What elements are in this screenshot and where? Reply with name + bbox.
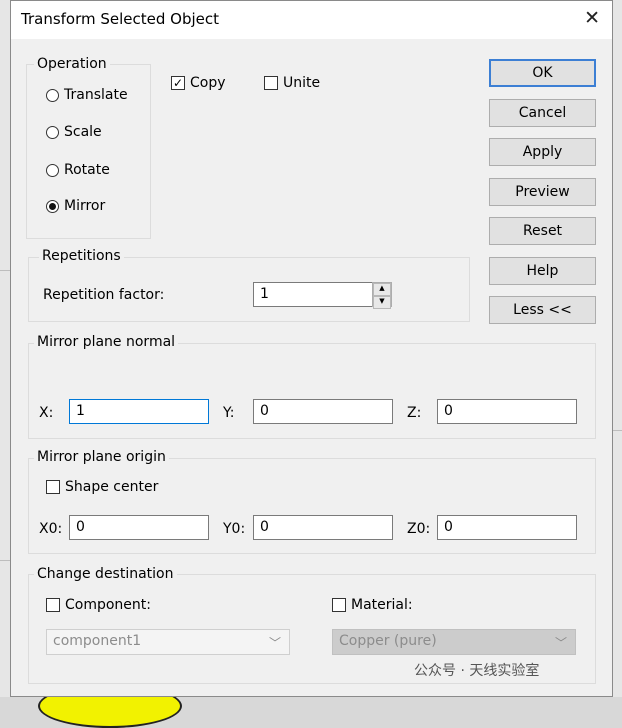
repetitions-legend: Repetitions [39,248,124,264]
normal-z-input[interactable]: 0 [437,399,577,424]
copy-check-icon[interactable]: ✓ [171,76,185,90]
origin-z0-input[interactable]: 0 [437,515,577,540]
title-bar: Transform Selected Object ✕ [11,1,612,39]
radio-scale[interactable]: Scale [46,124,102,140]
origin-y0-label: Y0: [223,521,246,537]
operation-legend: Operation [34,56,110,72]
unite-checkbox[interactable]: Unite [264,75,320,91]
radio-translate-circle[interactable] [46,88,59,102]
normal-z-label: Z: [407,405,422,421]
component-dropdown: component1 ﹀ [46,629,290,655]
unite-check-icon[interactable] [264,76,278,90]
less-button[interactable]: Less << [489,296,596,324]
material-dropdown-value: Copper (pure) [339,633,437,649]
background-line [613,430,622,431]
mirror-normal-group [28,343,596,439]
radio-mirror-circle[interactable] [46,199,59,213]
repetition-spinner[interactable]: ▲ ▼ [372,282,392,309]
close-icon[interactable]: ✕ [584,7,600,29]
normal-y-label: Y: [223,405,235,421]
normal-x-input[interactable]: 1 [69,399,209,424]
radio-scale-label: Scale [64,124,102,140]
copy-checkbox[interactable]: ✓ Copy [171,75,226,91]
component-check-icon[interactable] [46,598,60,612]
transform-dialog: Transform Selected Object ✕ Operation Tr… [10,0,613,697]
radio-rotate[interactable]: Rotate [46,162,110,178]
radio-mirror[interactable]: Mirror [46,198,105,214]
shape-center-label: Shape center [65,479,159,495]
mirror-normal-legend: Mirror plane normal [34,334,179,350]
radio-translate[interactable]: Translate [46,87,128,103]
help-button[interactable]: Help [489,257,596,285]
component-dropdown-value: component1 [53,633,142,649]
origin-x0-label: X0: [39,521,63,537]
copy-label: Copy [190,75,226,91]
dialog-title: Transform Selected Object [21,10,220,28]
material-label: Material: [351,597,413,613]
ok-button[interactable]: OK [489,59,596,87]
material-dropdown: Copper (pure) ﹀ [332,629,576,655]
material-check-icon[interactable] [332,598,346,612]
watermark: 公众号 · 天线实验室 [414,663,540,679]
radio-rotate-circle[interactable] [46,163,59,177]
chevron-down-icon: ﹀ [268,636,281,650]
shape-center-checkbox[interactable]: Shape center [46,479,158,495]
cancel-button[interactable]: Cancel [489,99,596,127]
radio-mirror-label: Mirror [64,198,106,214]
shape-center-check-icon[interactable] [46,480,60,494]
preview-button[interactable]: Preview [489,178,596,206]
component-label: Component: [65,597,151,613]
radio-rotate-label: Rotate [64,162,110,178]
reset-button[interactable]: Reset [489,217,596,245]
spin-down-icon[interactable]: ▼ [373,296,391,309]
unite-label: Unite [283,75,321,91]
repetition-factor-label: Repetition factor: [43,287,165,303]
chevron-down-icon: ﹀ [554,636,567,650]
destination-legend: Change destination [34,566,177,582]
apply-button[interactable]: Apply [489,138,596,166]
radio-scale-circle[interactable] [46,125,59,139]
mirror-origin-legend: Mirror plane origin [34,449,169,465]
background-line [0,560,10,561]
repetition-factor-input[interactable]: 1 [253,282,373,307]
normal-x-label: X: [39,405,54,421]
material-checkbox[interactable]: Material: [332,597,413,613]
normal-y-input[interactable]: 0 [253,399,393,424]
radio-translate-label: Translate [64,87,128,103]
spin-up-icon[interactable]: ▲ [373,283,391,296]
origin-y0-input[interactable]: 0 [253,515,393,540]
origin-z0-label: Z0: [407,521,431,537]
background-line [0,270,10,271]
origin-x0-input[interactable]: 0 [69,515,209,540]
component-checkbox[interactable]: Component: [46,597,151,613]
